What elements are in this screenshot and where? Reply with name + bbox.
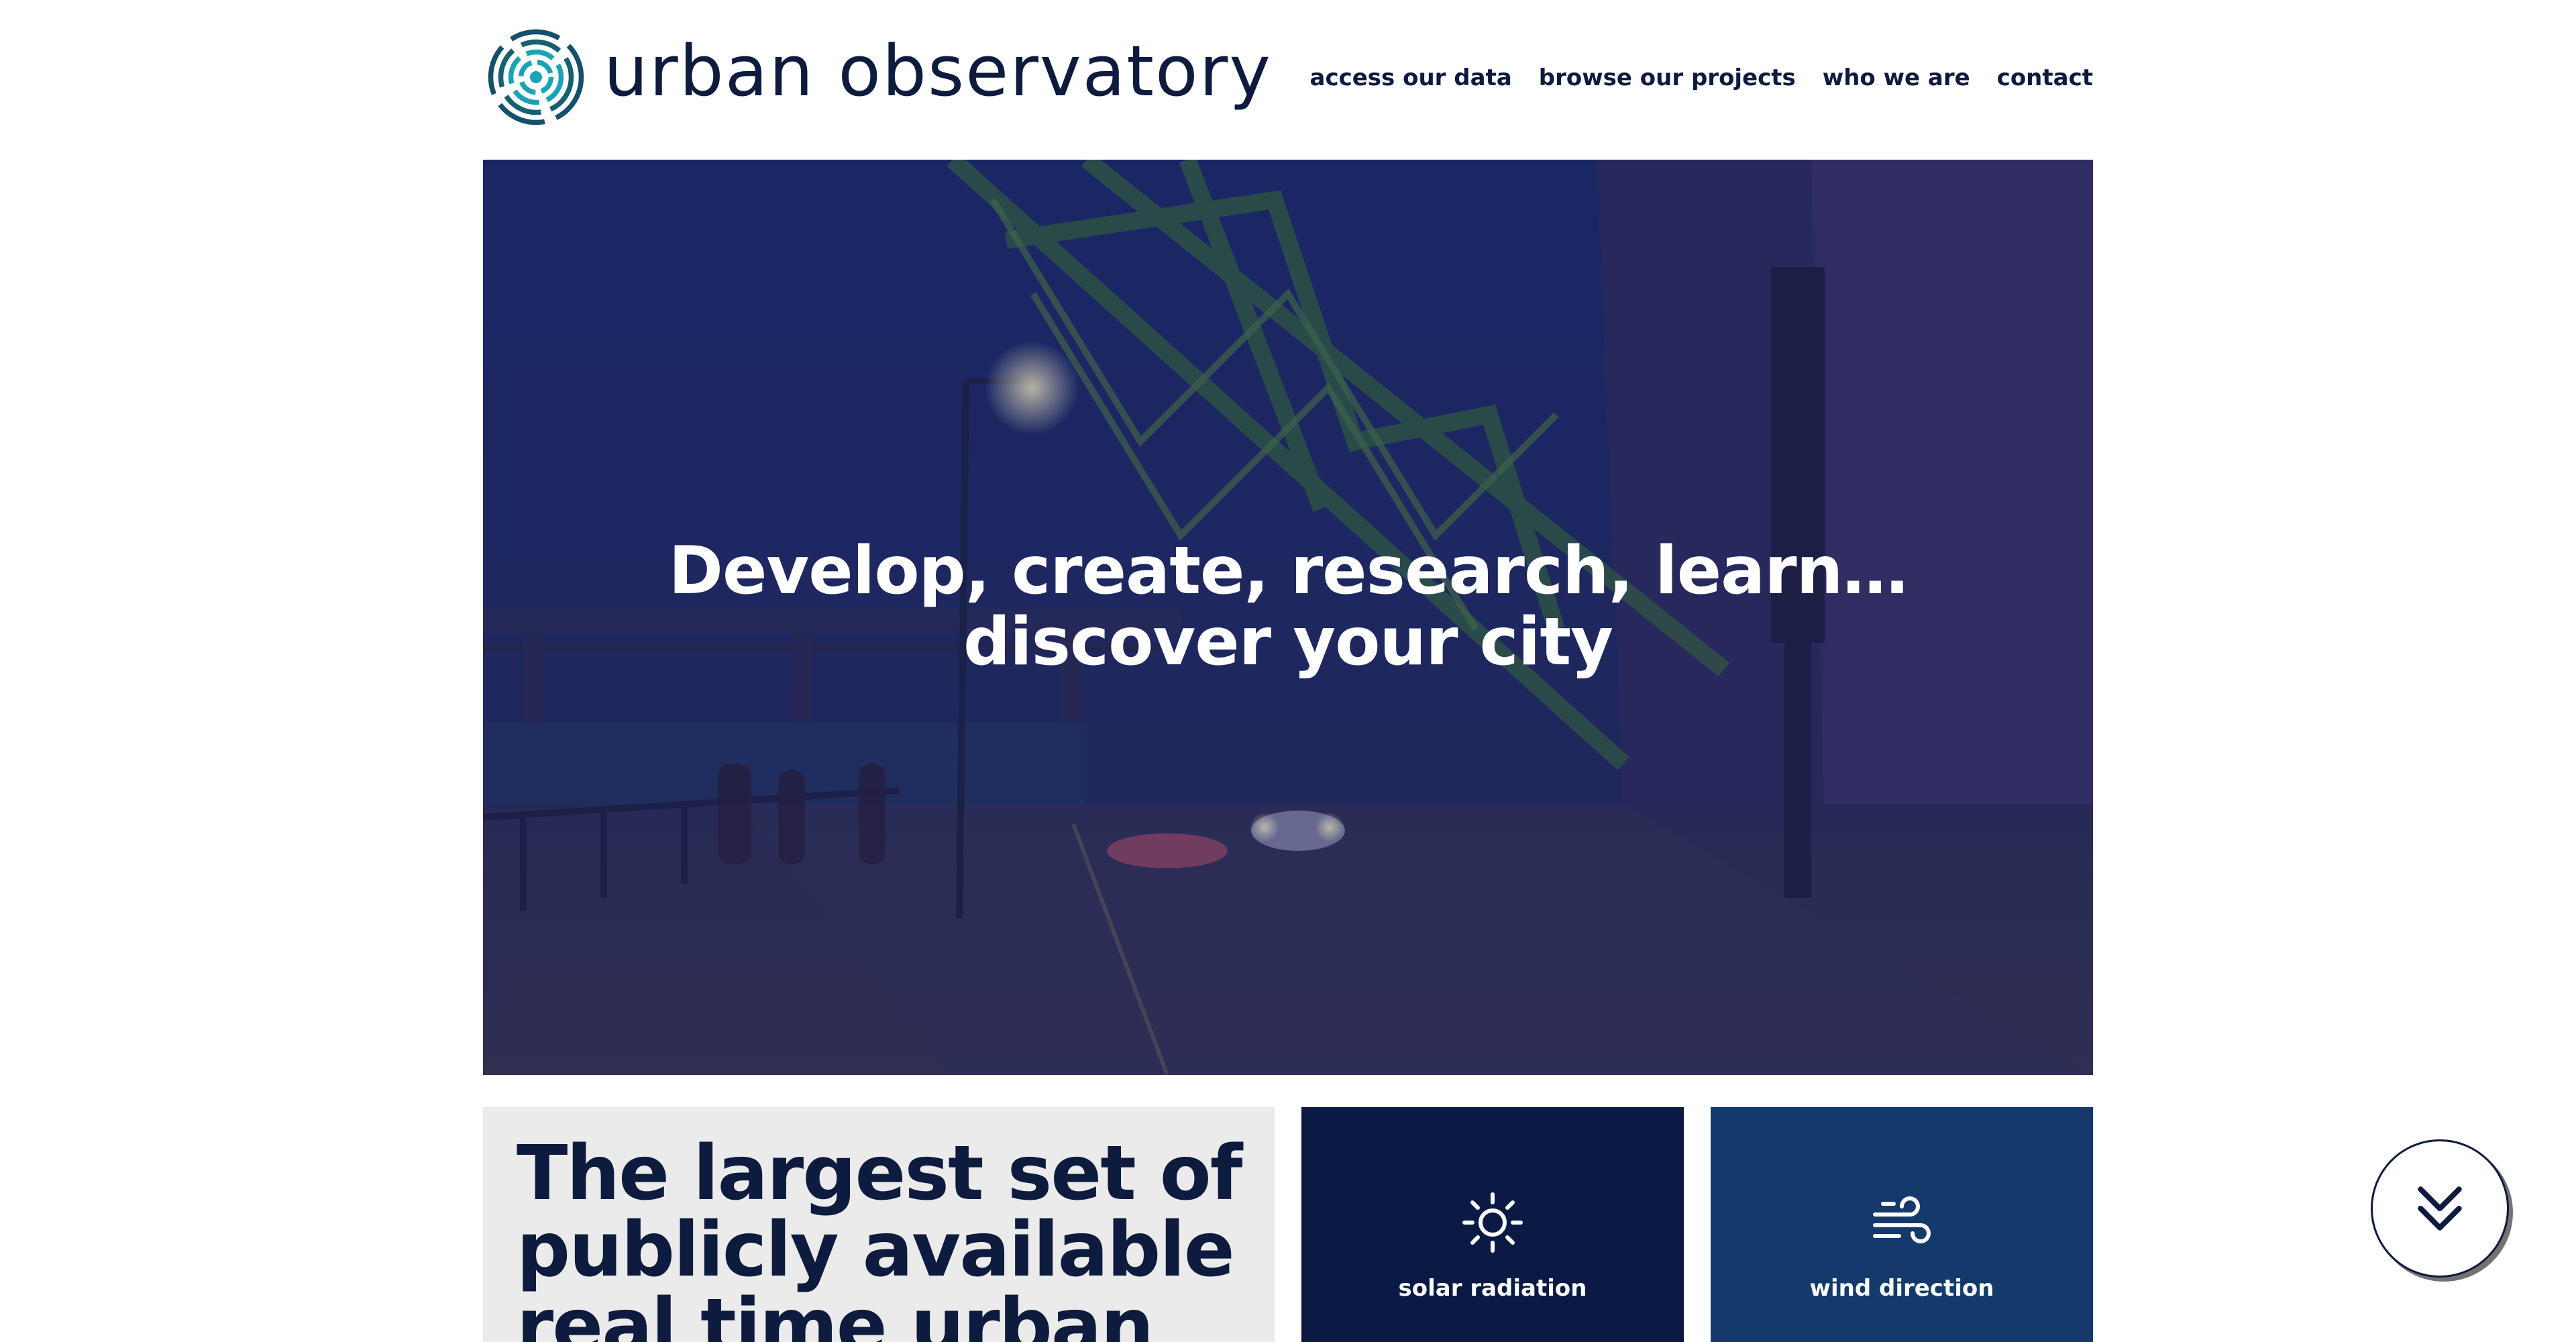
page: urban observatory access our data browse… <box>483 0 2093 1342</box>
tile-solar-radiation[interactable]: solar radiation <box>1301 1107 1684 1342</box>
tile-wind-direction-label: wind direction <box>1809 1275 1994 1302</box>
hero-headline: Develop, create, research, learn… discov… <box>483 535 2093 678</box>
tile-wind-direction[interactable]: wind direction <box>1711 1107 2093 1342</box>
wind-icon <box>1873 1196 1931 1243</box>
nav-access-our-data[interactable]: access our data <box>1310 64 1512 91</box>
site-logo[interactable]: urban observatory <box>486 27 1272 127</box>
logo-wordmark: urban observatory <box>604 30 1272 112</box>
observatory-logo-icon <box>488 29 584 125</box>
nav-browse-our-projects[interactable]: browse our projects <box>1539 64 1796 91</box>
main-nav: access our data browse our projects who … <box>1310 64 2094 91</box>
tile-solar-radiation-label: solar radiation <box>1398 1275 1587 1302</box>
scroll-down-button[interactable] <box>2371 1139 2509 1278</box>
nav-contact[interactable]: contact <box>1997 64 2093 91</box>
nav-who-we-are[interactable]: who we are <box>1823 64 1970 91</box>
site-header: urban observatory access our data browse… <box>483 0 2093 160</box>
hero-headline-line-1: Develop, create, research, learn… <box>668 533 1909 609</box>
double-chevron-down-icon <box>2418 1186 2462 1231</box>
hero-headline-line-2: discover your city <box>963 604 1613 680</box>
intro-heading: The largest set of publicly available re… <box>517 1130 1242 1342</box>
sun-icon <box>1462 1192 1523 1253</box>
hero-banner: Develop, create, research, learn… discov… <box>483 160 2093 1075</box>
intro-panel: The largest set of publicly available re… <box>483 1107 1275 1342</box>
